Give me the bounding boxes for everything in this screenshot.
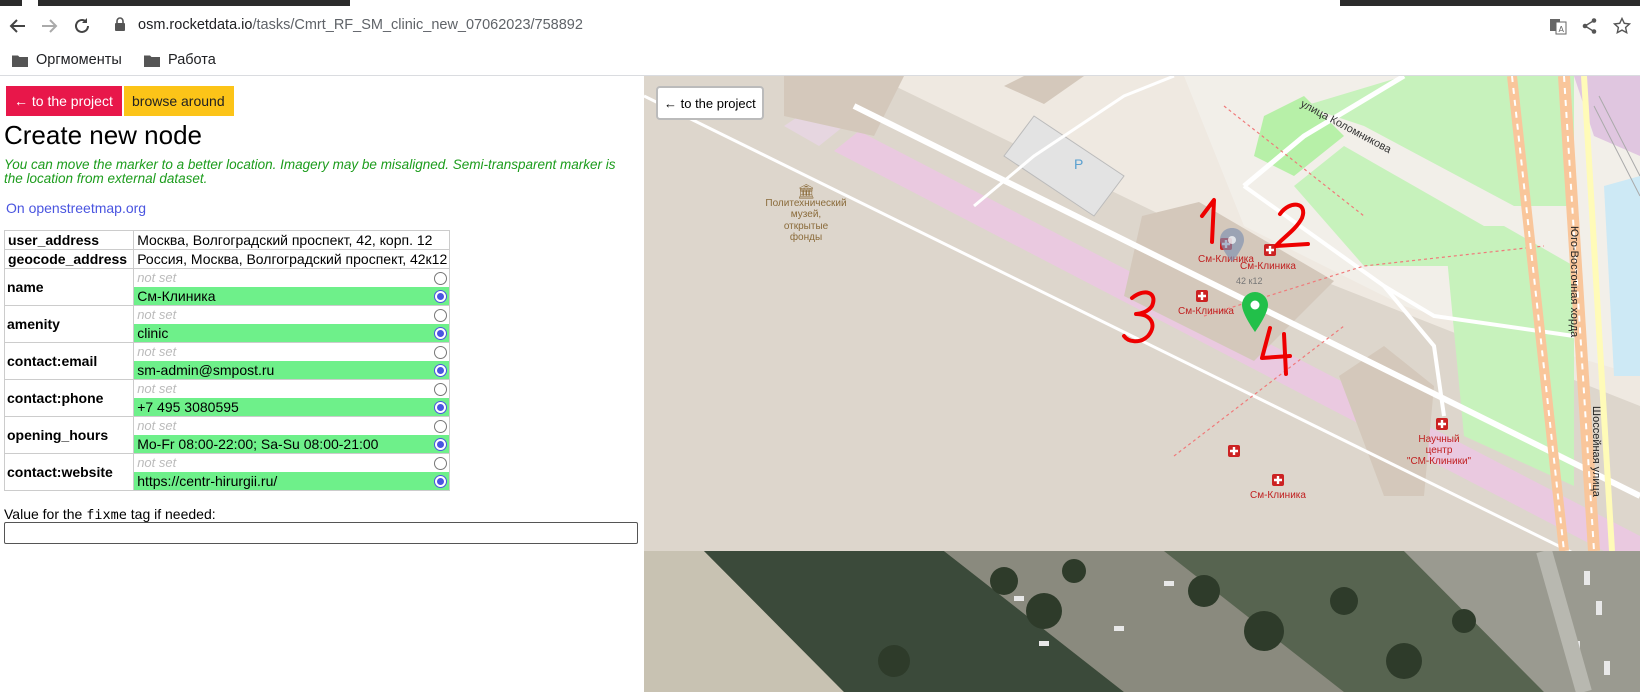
radio-not-set[interactable] xyxy=(434,346,447,359)
tag-key: contact:phone xyxy=(3,379,135,417)
option-label: clinic xyxy=(137,325,169,341)
satellite-imagery-tiles xyxy=(644,551,1640,692)
option-value[interactable]: +7 495 3080595 xyxy=(134,398,449,416)
option-not-set[interactable]: not set xyxy=(134,417,449,435)
bookmark-folder-orgmomenty[interactable]: Оргмоменты xyxy=(12,48,122,72)
fixme-label: Value for the fixme tag if needed: xyxy=(4,506,216,523)
tag-key: contact:email xyxy=(3,342,135,380)
tag-key: opening_hours xyxy=(3,416,135,454)
table-row: geocode_address Россия, Москва, Волгогра… xyxy=(3,249,450,269)
tag-key: contact:website xyxy=(3,453,135,491)
tag-options: not set +7 495 3080595 xyxy=(133,379,450,417)
radio-not-set[interactable] xyxy=(434,309,447,322)
tag-options: not set Mo-Fr 08:00-22:00; Sa-Su 08:00-21… xyxy=(133,416,450,454)
tag-options: not set См-Клиника xyxy=(133,268,450,306)
option-label: not set xyxy=(137,418,177,433)
browse-around-button[interactable]: browse around xyxy=(124,86,234,116)
share-icon[interactable] xyxy=(1578,14,1602,38)
bookmark-folder-rabota[interactable]: Работа xyxy=(144,48,216,72)
option-label: Mo-Fr 08:00-22:00; Sa-Su 08:00-21:00 xyxy=(137,436,379,452)
table-row: contact:website not set https://centr-hiru… xyxy=(3,453,450,491)
tag-value: Москва, Волгоградский проспект, 42, корп… xyxy=(133,230,450,250)
map-view[interactable]: ← to the project P улица Коломникова Юго… xyxy=(644,76,1640,551)
option-value[interactable]: Mo-Fr 08:00-22:00; Sa-Su 08:00-21:00 xyxy=(134,435,449,453)
option-not-set[interactable]: not set xyxy=(134,306,449,324)
option-label: not set xyxy=(137,381,177,396)
marker-hint-text: You can move the marker to a better loca… xyxy=(4,157,616,186)
option-label: См-Клиника xyxy=(137,288,216,304)
table-row: amenity not set clinic xyxy=(3,305,450,343)
radio-selected[interactable] xyxy=(434,364,447,377)
tag-key: name xyxy=(3,268,135,306)
option-label: not set xyxy=(137,344,177,359)
tag-key: user_address xyxy=(3,230,135,250)
back-icon[interactable] xyxy=(6,14,30,38)
radio-not-set[interactable] xyxy=(434,272,447,285)
option-label: https://centr-hirurgii.ru/ xyxy=(137,473,278,489)
option-not-set[interactable]: not set xyxy=(134,269,449,287)
tags-table: user_address Москва, Волгоградский просп… xyxy=(3,230,450,491)
tag-options: not set https://centr-hirurgii.ru/ xyxy=(133,453,450,491)
bookmarks-bar: Оргмоменты Работа xyxy=(0,44,1640,76)
table-row: name not set См-Клиника xyxy=(3,268,450,306)
table-row: opening_hours not set Mo-Fr 08:00-22:00; S… xyxy=(3,416,450,454)
option-label: not set xyxy=(137,455,177,470)
radio-not-set[interactable] xyxy=(434,383,447,396)
openstreetmap-link[interactable]: On openstreetmap.org xyxy=(6,200,146,216)
tag-key: amenity xyxy=(3,305,135,343)
radio-selected[interactable] xyxy=(434,438,447,451)
page-title: Create new node xyxy=(4,120,203,150)
bookmark-star-icon[interactable] xyxy=(1610,14,1634,38)
svg-text:A: A xyxy=(1559,25,1565,34)
option-value[interactable]: См-Клиника xyxy=(134,287,449,305)
lock-icon xyxy=(114,16,126,34)
option-value[interactable]: sm-admin@smpost.ru xyxy=(134,361,449,379)
to-the-project-button[interactable]: ← to the project xyxy=(6,86,122,116)
radio-selected[interactable] xyxy=(434,401,447,414)
url-field[interactable]: osm.rocketdata.io/tasks/Cmrt_RF_SM_clini… xyxy=(108,10,1560,40)
folder-icon xyxy=(144,55,160,67)
fixme-input[interactable] xyxy=(4,522,638,544)
option-value[interactable]: clinic xyxy=(134,324,449,342)
tag-key: geocode_address xyxy=(3,249,135,269)
option-not-set[interactable]: not set xyxy=(134,380,449,398)
url-text: osm.rocketdata.io/tasks/Cmrt_RF_SM_clini… xyxy=(138,17,583,33)
folder-icon xyxy=(12,55,28,67)
radio-selected[interactable] xyxy=(434,327,447,340)
option-label: not set xyxy=(137,307,177,322)
forward-icon[interactable] xyxy=(37,14,61,38)
radio-selected[interactable] xyxy=(434,475,447,488)
option-value[interactable]: https://centr-hirurgii.ru/ xyxy=(134,472,449,490)
option-label: not set xyxy=(137,270,177,285)
reload-icon[interactable] xyxy=(70,14,94,38)
translate-icon[interactable]: A xyxy=(1546,14,1570,38)
address-bar-row: osm.rocketdata.io/tasks/Cmrt_RF_SM_clini… xyxy=(0,6,1640,44)
option-not-set[interactable]: not set xyxy=(134,343,449,361)
option-label: +7 495 3080595 xyxy=(137,399,239,415)
tag-options: not set clinic xyxy=(133,305,450,343)
hand-drawn-annotations xyxy=(1122,198,1310,376)
radio-selected[interactable] xyxy=(434,290,447,303)
node-editor-panel: ← to the project browse around Create ne… xyxy=(0,76,644,692)
radio-not-set[interactable] xyxy=(434,420,447,433)
option-label: sm-admin@smpost.ru xyxy=(137,362,275,378)
option-not-set[interactable]: not set xyxy=(134,454,449,472)
table-row: contact:email not set sm-admin@smpost.ru xyxy=(3,342,450,380)
tag-options: not set sm-admin@smpost.ru xyxy=(133,342,450,380)
table-row: user_address Москва, Волгоградский просп… xyxy=(3,230,450,250)
radio-not-set[interactable] xyxy=(434,457,447,470)
table-row: contact:phone not set +7 495 3080595 xyxy=(3,379,450,417)
satellite-imagery-view[interactable] xyxy=(644,551,1640,692)
tag-value: Россия, Москва, Волгоградский проспект, … xyxy=(133,249,450,269)
